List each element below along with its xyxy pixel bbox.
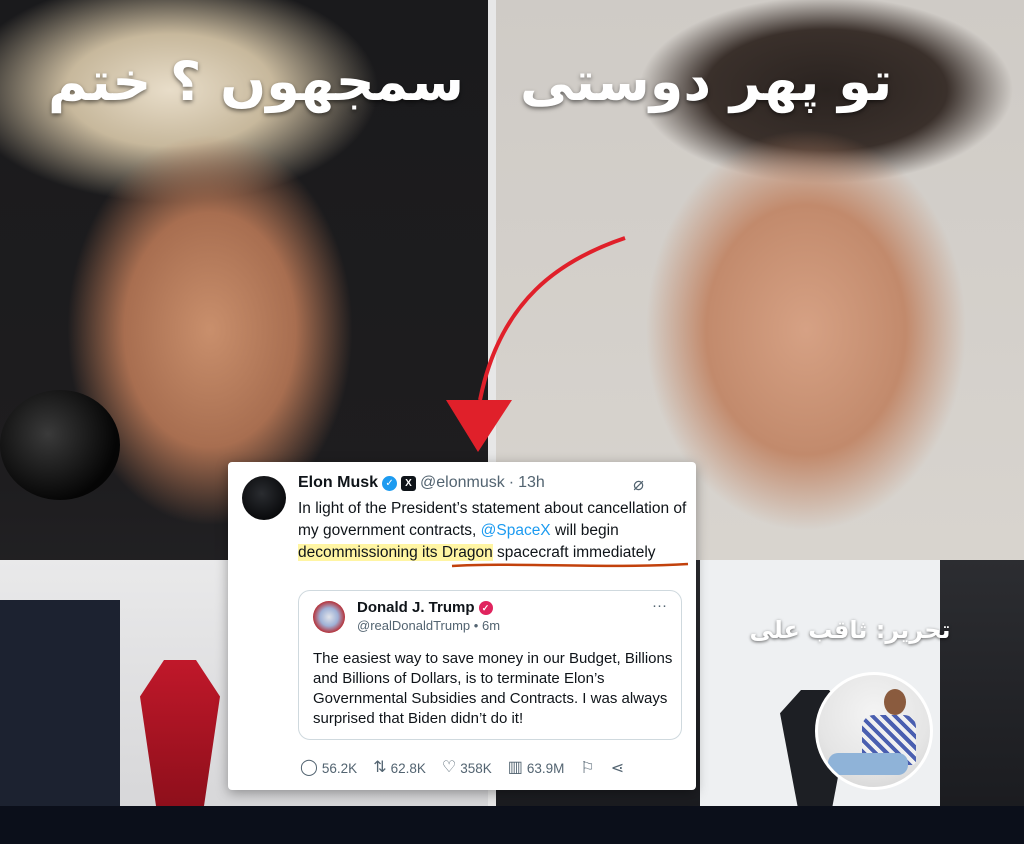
bar-chart-icon: ▥ — [507, 759, 523, 776]
repost-count: 62.8K — [390, 760, 426, 776]
tweet-author-name[interactable]: Elon Musk — [298, 474, 378, 492]
quoted-verified-icon: ✓ — [478, 600, 493, 615]
quoted-dot-separator: • — [473, 618, 479, 633]
tweet-avatar[interactable] — [242, 476, 286, 520]
microphone — [0, 390, 120, 500]
left-jacket — [0, 600, 120, 806]
underline-stroke-icon — [451, 562, 689, 568]
repost-icon: ⇅ — [373, 759, 387, 776]
tweet-header: Elon Musk ✓ X @elonmusk · 13h — [298, 474, 545, 492]
reply-count: 56.2K — [321, 760, 358, 776]
headline-left-text: سمجھوں ؟ ختم — [47, 50, 464, 113]
avatar-head — [884, 689, 906, 715]
tweet-actions: ◯ 56.2K ⇅ 62.8K ♡ 358K ▥ 63.9M ⚐ ⋖ — [300, 758, 624, 778]
tweet-time[interactable]: 13h — [518, 474, 545, 492]
quoted-handle[interactable]: @realDonaldTrump — [357, 618, 470, 633]
quoted-avatar[interactable] — [313, 601, 345, 633]
like-button[interactable]: ♡ 358K — [442, 760, 492, 776]
quoted-tweet[interactable]: Donald J. Trump ✓ @realDonaldTrump • 6m … — [298, 590, 682, 740]
more-options-icon[interactable]: ··· — [652, 597, 667, 614]
view-count: 63.9M — [526, 760, 565, 776]
bottom-strip — [0, 806, 1024, 844]
highlighted-text: decommissioning its Dragon — [298, 544, 493, 561]
share-icon[interactable]: ⋖ — [611, 758, 624, 778]
verified-badge-icon: ✓ — [382, 475, 398, 491]
spacex-mention-link[interactable]: @SpaceX — [481, 522, 551, 539]
reply-icon: ◯ — [300, 759, 318, 776]
quoted-author-name[interactable]: Donald J. Trump — [357, 599, 475, 616]
heart-icon: ♡ — [441, 759, 457, 776]
quoted-author: Donald J. Trump ✓ — [357, 599, 493, 616]
author-avatar — [815, 672, 933, 790]
tweet-text-3: spacecraft immediately — [492, 544, 656, 561]
headline-right-text: تو پھر دوستی — [520, 50, 893, 113]
tweet-body: In light of the President’s statement ab… — [298, 498, 688, 564]
tweet-card[interactable]: Elon Musk ✓ X @elonmusk · 13h ⌀ In light… — [228, 462, 696, 790]
tweet-text-2: will begin — [550, 522, 619, 539]
image-canvas: سمجھوں ؟ ختم تو پھر دوستی تحریر: ثاقب عل… — [0, 0, 1024, 844]
reply-button[interactable]: ◯ 56.2K — [300, 760, 357, 776]
like-count: 358K — [460, 760, 492, 776]
quoted-body: The easiest way to save money in our Bud… — [313, 650, 673, 727]
dot-separator: · — [508, 474, 515, 491]
x-logo-icon: X — [401, 475, 417, 491]
repost-button[interactable]: ⇅ 62.8K — [373, 760, 426, 776]
bookmark-icon[interactable]: ⚐ — [580, 758, 594, 778]
author-credit: تحریر: ثاقب علی — [749, 616, 951, 644]
avatar-legs — [828, 753, 908, 775]
grok-icon[interactable]: ⌀ — [633, 474, 644, 495]
tweet-handle[interactable]: @elonmusk — [420, 474, 505, 492]
quoted-time[interactable]: 6m — [482, 618, 500, 633]
quoted-handle-line: @realDonaldTrump • 6m — [357, 618, 500, 633]
urdu-headline: سمجھوں ؟ ختم تو پھر دوستی — [0, 20, 1024, 140]
views-button[interactable]: ▥ 63.9M — [508, 760, 565, 776]
